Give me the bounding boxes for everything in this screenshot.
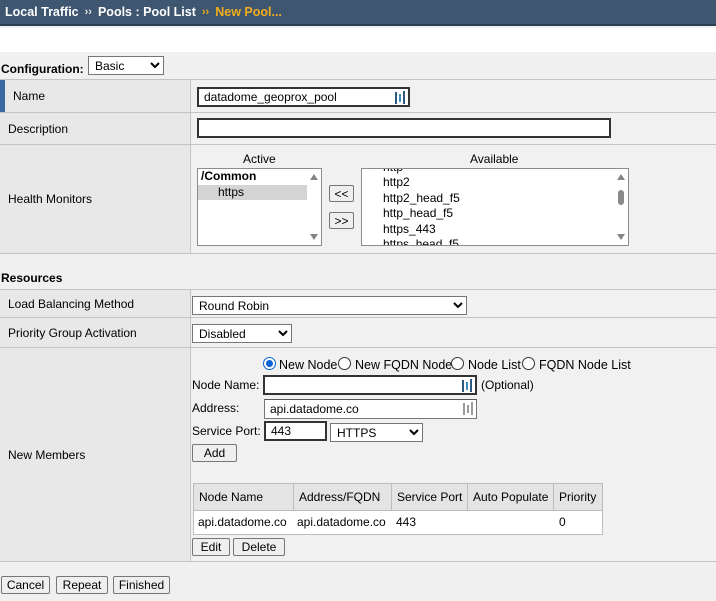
- scroll-down-icon[interactable]: [310, 234, 318, 240]
- active-header: Active: [243, 152, 276, 166]
- scroll-up-icon[interactable]: [310, 174, 318, 180]
- health-monitors-label: Health Monitors: [0, 145, 191, 253]
- add-member-button[interactable]: Add: [192, 444, 237, 462]
- available-monitor-item[interactable]: https_head_f5: [383, 237, 459, 245]
- service-protocol-select[interactable]: HTTPS: [330, 423, 423, 442]
- available-monitors-list[interactable]: http http2 http2_head_f5 http_head_f5 ht…: [361, 168, 629, 246]
- available-monitor-item[interactable]: http_head_f5: [383, 206, 453, 221]
- radio-new-fqdn-node-label: New FQDN Node: [355, 358, 453, 372]
- description-input[interactable]: [197, 118, 611, 138]
- add-monitor-button[interactable]: <<: [329, 185, 354, 202]
- health-monitors-row: Health Monitors Active Available /Common…: [0, 145, 716, 254]
- finished-button[interactable]: Finished: [113, 576, 170, 594]
- node-name-optional: (Optional): [481, 378, 534, 392]
- column-header-address: Address/FQDN: [294, 484, 392, 511]
- name-row: Name datadome_geoprox_pool: [0, 79, 716, 113]
- breadcrumb-separator: ››: [201, 6, 210, 18]
- available-monitor-item[interactable]: http2: [383, 175, 410, 190]
- active-list-scrollbar[interactable]: [307, 169, 321, 245]
- column-header-auto-populate: Auto Populate: [468, 484, 554, 511]
- column-header-priority: Priority: [554, 484, 602, 511]
- scroll-up-icon[interactable]: [617, 174, 625, 180]
- load-balancing-label: Load Balancing Method: [0, 290, 191, 317]
- radio-node-list-label: Node List: [468, 358, 521, 372]
- members-table: Node Name Address/FQDN Service Port Auto…: [193, 483, 603, 535]
- available-monitor-item[interactable]: http2_head_f5: [383, 191, 460, 206]
- load-balancing-select[interactable]: Round Robin: [192, 296, 467, 315]
- radio-node-list[interactable]: [451, 357, 464, 370]
- address-input[interactable]: api.datadome.co: [264, 399, 477, 419]
- cell-address: api.datadome.co: [297, 515, 386, 529]
- scroll-thumb[interactable]: [618, 190, 624, 205]
- radio-new-fqdn-node[interactable]: [338, 357, 351, 370]
- new-members-label: New Members: [0, 348, 191, 561]
- breadcrumb-item-local-traffic[interactable]: Local Traffic: [5, 5, 79, 19]
- cell-service-port: 443: [396, 515, 417, 529]
- radio-new-node[interactable]: [263, 357, 276, 370]
- field-helper-icon[interactable]: [395, 91, 405, 104]
- available-monitor-item[interactable]: https_443: [383, 222, 436, 237]
- breadcrumb: Local Traffic ›› Pools : Pool List ›› Ne…: [0, 0, 716, 26]
- load-balancing-row: Load Balancing Method Round Robin: [0, 289, 716, 318]
- header-spacer: [0, 28, 716, 52]
- active-monitor-item[interactable]: https: [198, 185, 307, 200]
- repeat-button[interactable]: Repeat: [56, 576, 108, 594]
- active-monitors-list[interactable]: /Common https: [197, 168, 322, 246]
- edit-member-button[interactable]: Edit: [192, 538, 230, 556]
- column-header-node-name: Node Name: [194, 484, 294, 511]
- node-name-label: Node Name:: [192, 378, 260, 392]
- delete-member-button[interactable]: Delete: [233, 538, 285, 556]
- field-helper-icon[interactable]: [463, 402, 473, 415]
- radio-new-node-label: New Node: [279, 358, 338, 372]
- available-list-scrollbar[interactable]: [614, 169, 628, 245]
- configuration-label: Configuration:: [1, 62, 84, 76]
- description-label: Description: [0, 113, 191, 144]
- breadcrumb-item-pool-list[interactable]: Pools : Pool List: [98, 5, 196, 19]
- radio-fqdn-node-list-label: FQDN Node List: [539, 358, 631, 372]
- active-group-label: /Common: [201, 169, 257, 183]
- configuration-mode-select[interactable]: Basic: [88, 56, 164, 75]
- cell-priority: 0: [559, 515, 566, 529]
- resources-section-title: Resources: [1, 271, 63, 285]
- radio-fqdn-node-list[interactable]: [522, 357, 535, 370]
- field-helper-icon[interactable]: [462, 379, 472, 392]
- column-header-service-port: Service Port: [392, 484, 468, 511]
- breadcrumb-separator: ››: [84, 6, 92, 18]
- address-label: Address:: [192, 401, 240, 415]
- service-port-label: Service Port:: [192, 424, 261, 438]
- available-header: Available: [470, 152, 519, 166]
- priority-group-row: Priority Group Activation Disabled: [0, 318, 716, 348]
- name-input[interactable]: datadome_geoprox_pool: [197, 87, 410, 107]
- available-monitor-item[interactable]: http: [383, 169, 403, 175]
- service-port-input[interactable]: 443: [264, 421, 327, 441]
- breadcrumb-current: New Pool...: [215, 5, 282, 19]
- priority-group-label: Priority Group Activation: [0, 318, 191, 347]
- description-row: Description: [0, 113, 716, 145]
- name-label: Name: [0, 80, 191, 112]
- remove-monitor-button[interactable]: >>: [329, 212, 354, 229]
- name-input-value: datadome_geoprox_pool: [204, 90, 337, 104]
- cell-node-name: api.datadome.co: [198, 515, 287, 529]
- cancel-button[interactable]: Cancel: [1, 576, 50, 594]
- node-name-input[interactable]: [263, 375, 477, 395]
- scroll-down-icon[interactable]: [617, 234, 625, 240]
- priority-group-select[interactable]: Disabled: [192, 324, 292, 343]
